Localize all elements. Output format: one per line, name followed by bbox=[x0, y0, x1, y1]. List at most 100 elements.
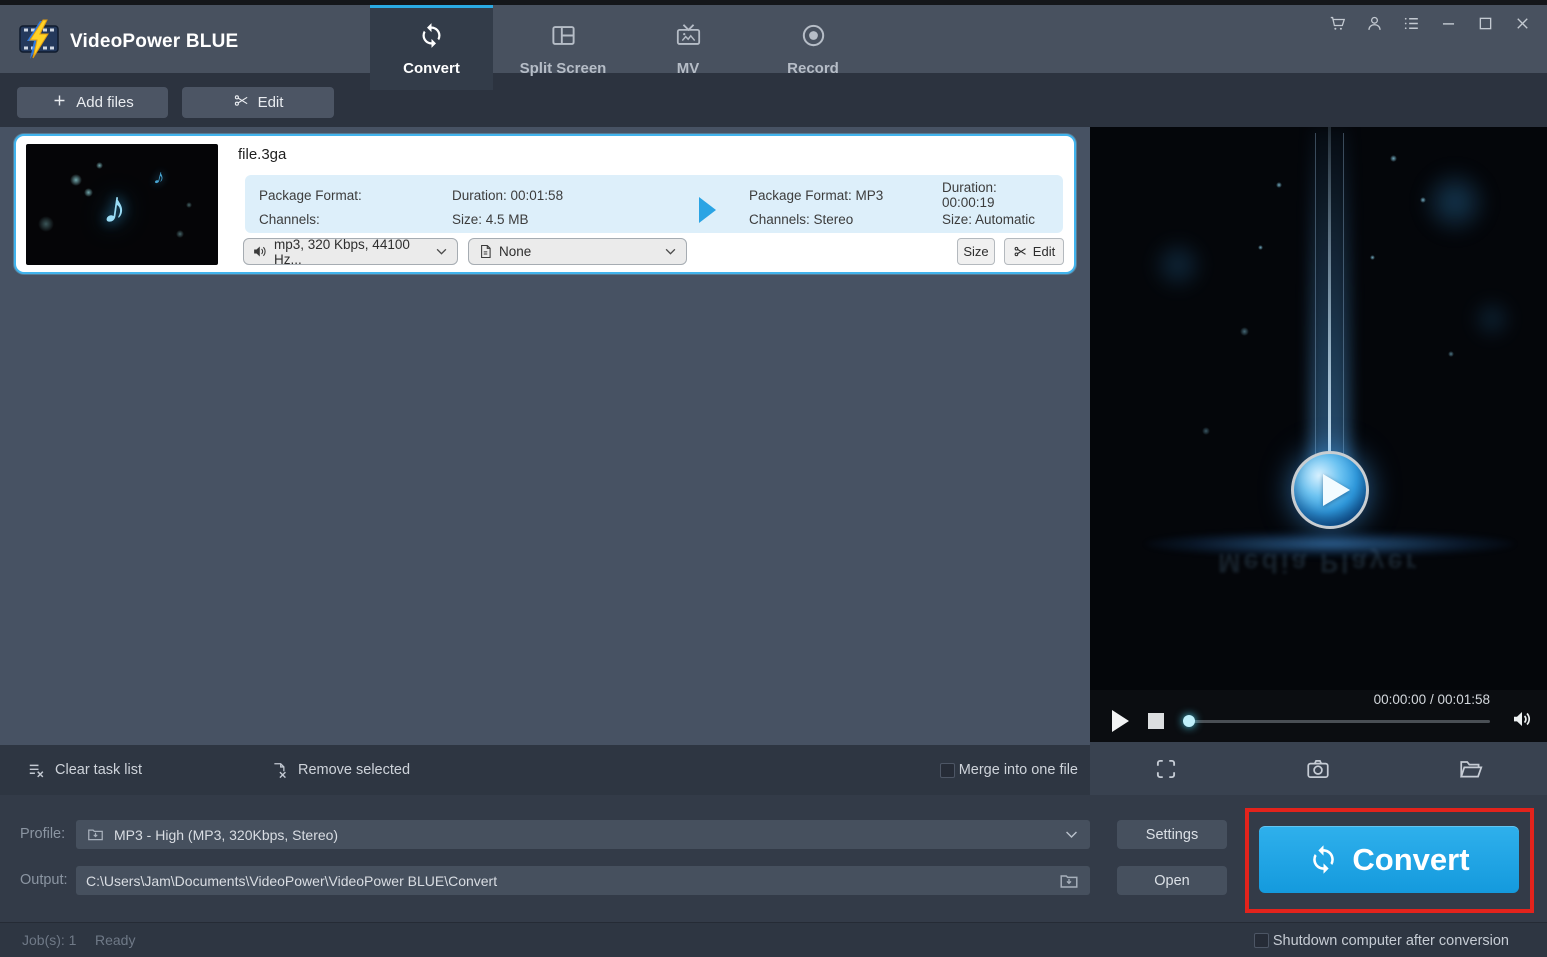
tab-convert[interactable]: Convert bbox=[370, 5, 493, 90]
snapshot-camera-icon[interactable] bbox=[1305, 756, 1331, 782]
tab-mv[interactable]: MV bbox=[633, 5, 743, 90]
close-icon[interactable] bbox=[1512, 13, 1532, 33]
source-channels: Channels: bbox=[259, 211, 320, 227]
minimize-icon[interactable] bbox=[1438, 13, 1458, 33]
jobs-count: Job(s): 1 bbox=[22, 932, 77, 948]
add-files-label: Add files bbox=[76, 94, 134, 111]
status-bar: Job(s): 1 Ready Shutdown computer after … bbox=[0, 922, 1547, 957]
source-duration: Duration: 00:01:58 bbox=[452, 187, 564, 203]
target-duration: Duration: 00:00:19 bbox=[942, 180, 997, 210]
task-list-panel: ♪ ♪ file.3ga Package Format: Duration: 0… bbox=[0, 127, 1090, 745]
remove-selected-button[interactable]: Remove selected bbox=[270, 745, 410, 795]
sync-icon bbox=[1313, 845, 1335, 874]
split-screen-icon bbox=[550, 22, 577, 53]
target-channels: Channels: Stereo bbox=[749, 211, 854, 227]
source-size: Size: 4.5 MB bbox=[452, 211, 529, 227]
tab-record[interactable]: Record bbox=[743, 5, 883, 90]
profile-value: MP3 - High (MP3, 320Kbps, Stereo) bbox=[114, 826, 339, 843]
video-preview: Media Player bbox=[1090, 127, 1547, 690]
size-button-label: Size bbox=[963, 244, 989, 259]
output-path-field[interactable] bbox=[76, 866, 1090, 895]
effect-dropdown[interactable]: None bbox=[468, 238, 687, 265]
playback-time: 00:00:00 / 00:01:58 bbox=[1373, 692, 1490, 707]
remove-file-icon bbox=[274, 762, 286, 778]
output-path-input[interactable] bbox=[86, 872, 1049, 889]
play-icon bbox=[1323, 474, 1350, 506]
app-logo-icon bbox=[18, 19, 60, 64]
add-files-button[interactable]: Add files bbox=[17, 87, 168, 118]
convert-button[interactable]: Convert bbox=[1259, 826, 1519, 893]
edit-label: Edit bbox=[257, 94, 284, 111]
settings-button[interactable]: Settings bbox=[1117, 820, 1227, 849]
profile-dropdown[interactable]: MP3 - High (MP3, 320Kbps, Stereo) bbox=[76, 820, 1090, 849]
shutdown-checkbox-group[interactable]: Shutdown computer after conversion bbox=[1253, 923, 1509, 957]
app-window: VideoPower BLUE Convert Split Screen MV … bbox=[0, 0, 1547, 957]
open-label: Open bbox=[1154, 872, 1190, 889]
output-panel: Profile: MP3 - High (MP3, 320Kbps, Stere… bbox=[0, 795, 1547, 922]
scissors-icon bbox=[1014, 246, 1026, 257]
shutdown-checkbox[interactable] bbox=[1253, 933, 1269, 948]
shutdown-label: Shutdown computer after conversion bbox=[1272, 932, 1509, 949]
document-icon bbox=[481, 244, 491, 259]
open-button[interactable]: Open bbox=[1117, 866, 1227, 895]
clear-task-list-button[interactable]: Clear task list bbox=[27, 745, 142, 795]
merge-checkbox[interactable] bbox=[939, 762, 955, 778]
record-icon bbox=[800, 22, 827, 53]
window-controls bbox=[1327, 13, 1532, 33]
tv-icon bbox=[675, 22, 702, 53]
watermark-reflection: Media Player bbox=[1217, 548, 1420, 578]
tab-label: MV bbox=[676, 59, 700, 77]
tab-label: Split Screen bbox=[519, 59, 607, 77]
target-package-format: Package Format: MP3 bbox=[749, 187, 884, 203]
maximize-icon[interactable] bbox=[1475, 13, 1495, 33]
file-name: file.3ga bbox=[238, 146, 287, 163]
volume-icon[interactable] bbox=[1510, 707, 1534, 731]
audio-format-dropdown[interactable]: mp3, 320 Kbps, 44100 Hz... bbox=[243, 237, 458, 267]
edit-button[interactable]: Edit bbox=[182, 87, 334, 118]
fullscreen-icon[interactable] bbox=[1153, 756, 1179, 782]
row-edit-button[interactable]: Edit bbox=[1004, 238, 1064, 265]
music-note-small-icon: ♪ bbox=[151, 165, 168, 190]
row-edit-label: Edit bbox=[1032, 244, 1056, 259]
chevron-down-icon bbox=[1066, 831, 1077, 838]
chevron-down-icon bbox=[436, 248, 447, 255]
preview-play-button[interactable] bbox=[1291, 451, 1369, 529]
convert-label: Convert bbox=[1352, 841, 1470, 877]
music-note-icon: ♪ bbox=[100, 179, 131, 235]
tab-label: Convert bbox=[403, 59, 460, 77]
play-button[interactable] bbox=[1112, 710, 1129, 732]
profile-folder-icon bbox=[88, 829, 103, 841]
store-cart-icon[interactable] bbox=[1327, 13, 1347, 33]
status-text: Ready bbox=[95, 932, 136, 948]
settings-label: Settings bbox=[1145, 826, 1199, 843]
sync-icon bbox=[418, 22, 445, 53]
effect-value: None bbox=[499, 244, 532, 259]
preview-action-bar bbox=[1090, 742, 1547, 795]
app-brand: VideoPower BLUE bbox=[18, 19, 238, 64]
merge-checkbox-group[interactable]: Merge into one file bbox=[939, 745, 1078, 795]
tab-split-screen[interactable]: Split Screen bbox=[493, 5, 633, 90]
app-title: VideoPower BLUE bbox=[70, 30, 239, 52]
player-controls: 00:00:00 / 00:01:58 bbox=[1090, 690, 1547, 742]
menu-list-icon[interactable] bbox=[1401, 13, 1421, 33]
task-actions-bar: Clear task list Remove selected Merge in… bbox=[0, 745, 1090, 795]
seek-bar[interactable] bbox=[1187, 720, 1490, 723]
main-tabs: Convert Split Screen MV Record bbox=[370, 5, 883, 90]
open-folder-icon[interactable] bbox=[1458, 756, 1484, 782]
seek-knob[interactable] bbox=[1183, 715, 1195, 727]
browse-folder-icon[interactable] bbox=[1058, 870, 1080, 892]
size-button[interactable]: Size bbox=[957, 238, 995, 265]
conversion-info-box: Package Format: Duration: 00:01:58 Packa… bbox=[245, 175, 1063, 233]
remove-selected-label: Remove selected bbox=[298, 762, 411, 778]
file-thumbnail: ♪ ♪ bbox=[26, 144, 218, 265]
account-user-icon[interactable] bbox=[1364, 13, 1384, 33]
tab-label: Record bbox=[787, 59, 839, 77]
plus-icon bbox=[51, 92, 68, 113]
output-label: Output: bbox=[20, 872, 68, 888]
target-size: Size: Automatic bbox=[942, 211, 1036, 227]
chevron-down-icon bbox=[665, 248, 676, 255]
stop-button[interactable] bbox=[1148, 713, 1164, 729]
merge-label: Merge into one file bbox=[958, 762, 1078, 778]
file-row[interactable]: ♪ ♪ file.3ga Package Format: Duration: 0… bbox=[14, 134, 1076, 274]
clear-task-list-label: Clear task list bbox=[55, 762, 143, 778]
